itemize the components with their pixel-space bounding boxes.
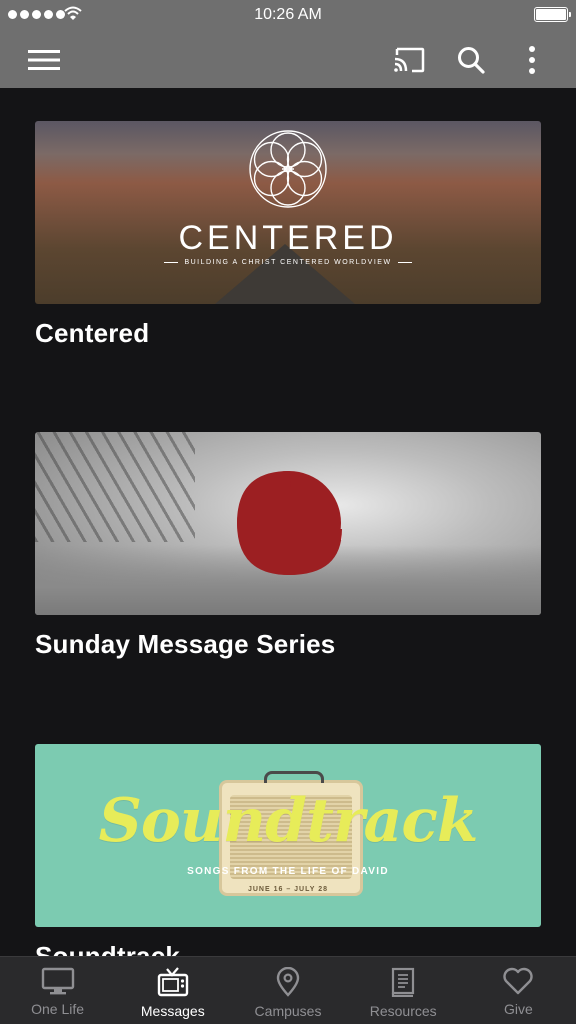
stage-truss-graphic xyxy=(35,432,195,542)
location-pin-icon xyxy=(276,967,300,997)
monitor-icon xyxy=(41,967,74,995)
tab-messages[interactable]: Messages xyxy=(115,957,230,1024)
centered-tagline: BUILDING A CHRIST CENTERED WORLDVIEW xyxy=(35,259,541,266)
tab-campuses[interactable]: Campuses xyxy=(230,957,345,1024)
tab-label: Give xyxy=(504,1001,533,1017)
series-title[interactable]: Soundtrack xyxy=(35,941,541,956)
series-card-soundtrack[interactable]: Soundtrack SONGS FROM THE LIFE OF DAVID … xyxy=(35,744,541,956)
status-bar: 10:26 AM xyxy=(0,0,576,30)
tab-one-life[interactable]: One Life xyxy=(0,957,115,1024)
soundtrack-dates: JUNE 16 – JULY 28 xyxy=(247,886,329,893)
tab-give[interactable]: Give xyxy=(461,957,576,1024)
series-title[interactable]: Sunday Message Series xyxy=(35,629,541,660)
centered-logo-icon xyxy=(35,129,541,214)
one-life-logo-icon xyxy=(237,471,342,575)
series-title[interactable]: Centered xyxy=(35,318,541,349)
more-vertical-icon[interactable] xyxy=(510,38,554,82)
tv-icon xyxy=(157,967,188,997)
top-nav-bar xyxy=(0,30,576,88)
search-icon[interactable] xyxy=(449,38,493,82)
series-thumbnail[interactable]: CENTERED BUILDING A CHRIST CENTERED WORL… xyxy=(35,121,541,304)
tab-label: One Life xyxy=(31,1001,85,1017)
series-card-centered[interactable]: CENTERED BUILDING A CHRIST CENTERED WORL… xyxy=(35,121,541,349)
series-list: CENTERED BUILDING A CHRIST CENTERED WORL… xyxy=(0,88,576,956)
tab-label: Campuses xyxy=(254,1003,322,1019)
battery-icon xyxy=(534,7,571,22)
hamburger-menu-icon[interactable] xyxy=(22,38,66,82)
tab-resources[interactable]: Resources xyxy=(346,957,461,1024)
heart-icon xyxy=(503,967,534,995)
soundtrack-script-text: Soundtrack xyxy=(98,786,479,856)
soundtrack-subtitle: SONGS FROM THE LIFE OF DAVID xyxy=(187,866,389,877)
cast-icon[interactable] xyxy=(387,38,431,82)
bottom-tab-bar: One Life Messages Campuses Resources Giv… xyxy=(0,956,576,1024)
series-thumbnail[interactable] xyxy=(35,432,541,615)
tab-label: Resources xyxy=(369,1003,437,1019)
book-icon xyxy=(392,967,415,997)
status-time: 10:26 AM xyxy=(254,6,322,23)
centered-brand-text: CENTERED xyxy=(178,219,398,257)
series-card-sunday[interactable]: Sunday Message Series xyxy=(35,432,541,660)
tab-label: Messages xyxy=(140,1003,205,1019)
series-thumbnail[interactable]: Soundtrack SONGS FROM THE LIFE OF DAVID … xyxy=(35,744,541,927)
